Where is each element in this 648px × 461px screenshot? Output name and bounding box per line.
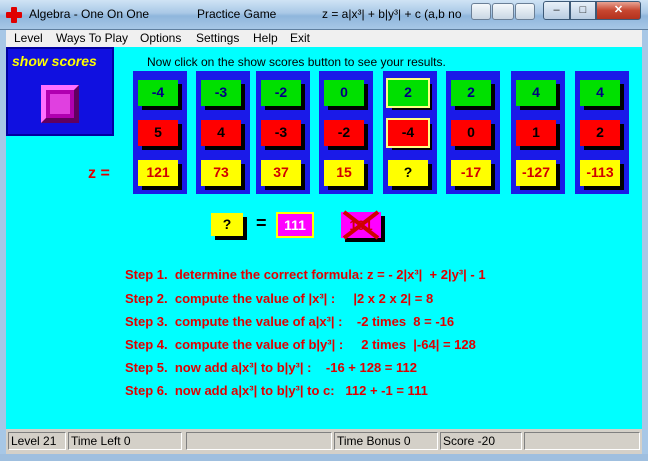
- show-scores-button[interactable]: [41, 85, 79, 123]
- wrong-answer-value: 101: [349, 217, 373, 233]
- y-value-box: 4: [201, 120, 241, 146]
- menu-ways-to-play[interactable]: Ways To Play: [56, 31, 128, 45]
- minimize-button[interactable]: –: [543, 1, 570, 20]
- menu-bar: Level Ways To Play Options Settings Help…: [6, 30, 642, 47]
- x-value-box: 4: [580, 80, 620, 106]
- x-value-box: -4: [138, 80, 178, 106]
- step-text: Step 4. compute the value of b|y³| : 2 t…: [125, 337, 476, 352]
- toolbar-pencil-icon[interactable]: [515, 3, 535, 20]
- menu-help[interactable]: Help: [253, 31, 278, 45]
- step-text: Step 2. compute the value of |x³| : |2 x…: [125, 291, 434, 306]
- z-value-box: -113: [580, 160, 620, 186]
- z-value-box: -127: [516, 160, 556, 186]
- menu-settings[interactable]: Settings: [196, 31, 239, 45]
- toolbar-car-icon[interactable]: [492, 3, 514, 20]
- x-value-box: 4: [516, 80, 556, 106]
- data-column: -3 4 73: [196, 71, 250, 194]
- x-value-box: 0: [324, 80, 364, 106]
- status-bar: Level 21 Time Left 0 Time Bonus 0 Score …: [6, 429, 642, 454]
- data-column: 0 -2 15: [319, 71, 373, 194]
- data-column: -2 -3 37: [256, 71, 310, 194]
- z-value-box: 37: [261, 160, 301, 186]
- window-frame-bottom: [0, 454, 648, 461]
- menu-exit[interactable]: Exit: [290, 31, 310, 45]
- z-unknown-box: ?: [388, 160, 428, 186]
- score-panel: Score -20: [440, 432, 522, 450]
- show-scores-label: show scores: [12, 53, 97, 69]
- x-value-box: -3: [201, 80, 241, 106]
- equation-question-box: ?: [211, 213, 243, 236]
- app-title: Algebra - One On One: [29, 7, 150, 21]
- z-value-box: 73: [201, 160, 241, 186]
- step-text: Step 5. now add a|x³| to b|y³| : -16 + 1…: [125, 360, 417, 375]
- y-value-box: -3: [261, 120, 301, 146]
- y-value-box: 2: [580, 120, 620, 146]
- formula-hint: z = a|x³| + b|y³| + c (a,b no: [322, 7, 462, 21]
- data-column: 4 1 -127: [511, 71, 565, 194]
- step-text: Step 3. compute the value of a|x³| : -2 …: [125, 314, 455, 329]
- y-value-box: 0: [451, 120, 491, 146]
- equals-sign: =: [256, 213, 267, 233]
- time-left-panel: Time Left 0: [68, 432, 182, 450]
- instruction-text: Now click on the show scores button to s…: [147, 55, 446, 69]
- x-value-box: 2: [386, 78, 430, 108]
- title-bar: Algebra - One On One Practice Game z = a…: [0, 0, 648, 30]
- z-value-box: -17: [451, 160, 491, 186]
- show-scores-panel[interactable]: show scores: [6, 47, 114, 136]
- menu-level[interactable]: Level: [14, 31, 43, 45]
- x-value-box: 2: [451, 80, 491, 106]
- x-value-box: -2: [261, 80, 301, 106]
- y-value-box: 1: [516, 120, 556, 146]
- data-column: -4 5 121: [133, 71, 187, 194]
- y-value-box: -2: [324, 120, 364, 146]
- close-button[interactable]: ✕: [596, 1, 641, 20]
- level-panel: Level 21: [8, 432, 66, 450]
- maximize-button[interactable]: □: [570, 1, 596, 20]
- mode-label: Practice Game: [197, 7, 277, 21]
- window-frame-right: [642, 30, 648, 454]
- step-text: Step 1. determine the correct formula: z…: [125, 267, 486, 282]
- toolbar-image-icon[interactable]: [471, 3, 491, 20]
- y-value-box: 5: [138, 120, 178, 146]
- z-value-box: 121: [138, 160, 178, 186]
- wrong-answer-box: 101: [341, 210, 381, 240]
- menu-options[interactable]: Options: [140, 31, 181, 45]
- game-area: show scores Now click on the show scores…: [6, 47, 642, 429]
- data-column: 4 2 -113: [575, 71, 629, 194]
- correct-answer-box: 111: [276, 212, 314, 238]
- y-value-box: -4: [386, 118, 430, 148]
- z-label: z =: [88, 165, 110, 182]
- z-value-box: 15: [324, 160, 364, 186]
- status-panel-empty: [186, 432, 332, 450]
- step-text: Step 6. now add a|x³| to b|y³| to c: 112…: [125, 383, 428, 398]
- time-bonus-panel: Time Bonus 0: [334, 432, 438, 450]
- data-column: 2 0 -17: [446, 71, 500, 194]
- app-cross-icon: [6, 7, 22, 23]
- data-column-selected: 2 -4 ?: [383, 71, 437, 194]
- status-panel-empty: [524, 432, 640, 450]
